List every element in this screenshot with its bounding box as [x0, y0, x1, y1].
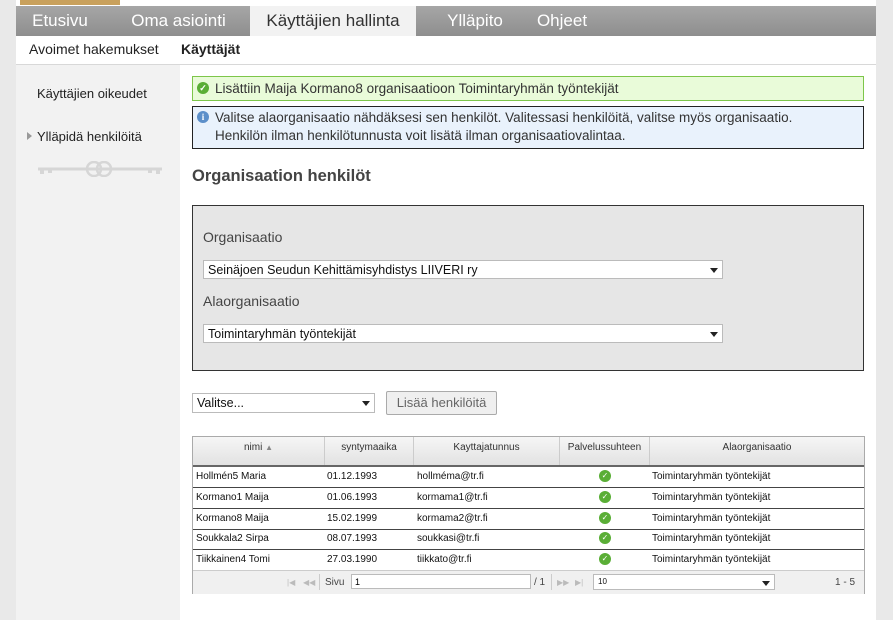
- success-message: ✓ Lisättiin Maija Kormano8 organisaatioo…: [192, 76, 864, 101]
- persons-grid: nimi ▲ syntymaaika Kayttajatunnus Palvel…: [192, 436, 865, 594]
- table-row[interactable]: Soukkala2 Sirpa 08.07.1993 soukkasi@tr.f…: [193, 529, 864, 550]
- organisation-label: Organisaatio: [203, 229, 283, 245]
- sidebar: Käyttäjien oikeudet Ylläpidä henkilöitä: [16, 65, 180, 620]
- subnav-avoimet-hakemukset[interactable]: Avoimet hakemukset: [29, 41, 159, 57]
- pager-divider: [551, 574, 552, 590]
- total-pages: / 1: [534, 577, 546, 588]
- nav-tab-etusivu[interactable]: Etusivu: [16, 6, 104, 36]
- cell-name: Kormano8 Maija: [196, 513, 269, 524]
- info-line-2: Henkilön ilman henkilötunnusta voit lisä…: [215, 128, 626, 143]
- sub-navigation: Avoimet hakemukset Käyttäjät: [16, 36, 876, 65]
- next-page-icon[interactable]: ▶▶: [557, 578, 569, 587]
- chevron-down-icon: [762, 581, 770, 586]
- check-circle-icon: ✓: [599, 532, 611, 544]
- column-header-nimi[interactable]: nimi ▲: [193, 437, 325, 465]
- add-persons-button[interactable]: Lisää henkilöitä: [386, 391, 497, 415]
- nav-tab-oma-asiointi[interactable]: Oma asiointi: [116, 6, 241, 36]
- page-gutter-left: [0, 0, 16, 620]
- column-header-alaorganisaatio[interactable]: Alaorganisaatio: [650, 437, 864, 465]
- prev-page-icon[interactable]: ◀◀: [303, 578, 315, 587]
- sort-ascending-icon: ▲: [265, 443, 274, 452]
- nav-tab-ohjeet[interactable]: Ohjeet: [526, 6, 598, 36]
- cell-suborganisation: Toimintaryhmän työntekijät: [652, 533, 771, 544]
- table-row[interactable]: Tiikkainen4 Tomi 27.03.1990 tiikkato@tr.…: [193, 550, 864, 570]
- chevron-down-icon: [710, 332, 718, 337]
- logo-strip: [20, 0, 120, 5]
- suborganisation-label: Alaorganisaatio: [203, 293, 300, 309]
- cell-dob: 01.12.1993: [327, 471, 378, 482]
- chevron-right-icon: [27, 132, 32, 140]
- cell-username: soukkasi@tr.fi: [417, 533, 480, 544]
- info-message-text: Valitse alaorganisaatio nähdäksesi sen h…: [215, 109, 792, 145]
- suborganisation-select[interactable]: Toimintaryhmän työntekijät: [203, 324, 723, 343]
- grid-header: nimi ▲ syntymaaika Kayttajatunnus Palvel…: [193, 437, 864, 467]
- sidebar-item-kayttajien-oikeudet[interactable]: Käyttäjien oikeudet: [37, 86, 147, 101]
- cell-dob: 01.06.1993: [327, 492, 378, 503]
- cell-suborganisation: Toimintaryhmän työntekijät: [652, 513, 771, 524]
- organisation-select-value: Seinäjoen Seudun Kehittämisyhdistys LIIV…: [208, 263, 478, 277]
- chevron-down-icon: [362, 401, 370, 406]
- cell-dob: 08.07.1993: [327, 533, 378, 544]
- page-size-select[interactable]: 10: [593, 574, 775, 590]
- grid-pager: |◀ ◀◀ Sivu / 1 ▶▶ ▶| 10 1 - 5: [193, 570, 864, 594]
- organisation-form: Organisaatio Seinäjoen Seudun Kehittämis…: [192, 205, 864, 371]
- sidebar-item-yllapida-henkiloita[interactable]: Ylläpidä henkilöitä: [37, 129, 142, 144]
- cell-suborganisation: Toimintaryhmän työntekijät: [652, 492, 771, 503]
- table-row[interactable]: Kormano8 Maija 15.02.1999 kormama2@tr.fi…: [193, 509, 864, 530]
- subnav-kayttajat[interactable]: Käyttäjät: [181, 41, 240, 57]
- success-message-text: Lisättiin Maija Kormano8 organisaatioon …: [215, 81, 619, 96]
- cell-name: Hollmén5 Maria: [196, 471, 267, 482]
- nav-tab-kayttajien-hallinta[interactable]: Käyttäjien hallinta: [250, 6, 416, 36]
- cell-name: Soukkala2 Sirpa: [196, 533, 269, 544]
- person-select[interactable]: Valitse...: [192, 393, 375, 413]
- cell-name: Kormano1 Maija: [196, 492, 269, 503]
- last-page-icon[interactable]: ▶|: [575, 578, 583, 587]
- page-size-value: 10: [598, 577, 607, 586]
- nav-tab-yllapito[interactable]: Ylläpito: [425, 6, 525, 36]
- cell-suborganisation: Toimintaryhmän työntekijät: [652, 471, 771, 482]
- cell-username: kormama1@tr.fi: [417, 492, 488, 503]
- check-circle-icon: ✓: [599, 470, 611, 482]
- cell-name: Tiikkainen4 Tomi: [196, 554, 270, 565]
- cell-username: kormama2@tr.fi: [417, 513, 488, 524]
- table-row[interactable]: Hollmén5 Maria 01.12.1993 hollméma@tr.fi…: [193, 467, 864, 488]
- page-label: Sivu: [325, 577, 345, 588]
- person-select-value: Valitse...: [197, 396, 245, 410]
- column-header-kayttajatunnus[interactable]: Kayttajatunnus: [414, 437, 560, 465]
- suborganisation-select-value: Toimintaryhmän työntekijät: [208, 327, 356, 341]
- info-icon: i: [197, 111, 209, 123]
- check-circle-icon: ✓: [599, 553, 611, 565]
- check-circle-icon: ✓: [599, 491, 611, 503]
- cell-username: tiikkato@tr.fi: [417, 554, 472, 565]
- cell-dob: 27.03.1990: [327, 554, 378, 565]
- organisation-select[interactable]: Seinäjoen Seudun Kehittämisyhdistys LIIV…: [203, 260, 723, 279]
- top-navigation: Etusivu Oma asiointi Käyttäjien hallinta…: [16, 6, 876, 36]
- chevron-down-icon: [710, 268, 718, 273]
- page-gutter-right: [876, 0, 893, 620]
- page-number-input[interactable]: [351, 574, 531, 589]
- cell-suborganisation: Toimintaryhmän työntekijät: [652, 554, 771, 565]
- check-circle-icon: ✓: [599, 512, 611, 524]
- check-circle-icon: ✓: [197, 82, 209, 94]
- decorative-ornament-icon: [38, 161, 162, 177]
- record-range: 1 - 5: [835, 577, 856, 588]
- cell-dob: 15.02.1999: [327, 513, 378, 524]
- column-header-palvelussuhteen[interactable]: Palvelussuhteen: [560, 437, 650, 465]
- column-header-syntymaaika[interactable]: syntymaaika: [325, 437, 414, 465]
- pager-divider: [319, 574, 320, 590]
- first-page-icon[interactable]: |◀: [287, 578, 295, 587]
- section-title: Organisaation henkilöt: [192, 167, 371, 185]
- table-row[interactable]: Kormano1 Maija 01.06.1993 kormama1@tr.fi…: [193, 488, 864, 509]
- column-header-label: nimi: [243, 442, 263, 453]
- info-message: i Valitse alaorganisaatio nähdäksesi sen…: [192, 106, 864, 149]
- info-line-1: Valitse alaorganisaatio nähdäksesi sen h…: [215, 110, 793, 125]
- cell-username: hollméma@tr.fi: [417, 471, 484, 482]
